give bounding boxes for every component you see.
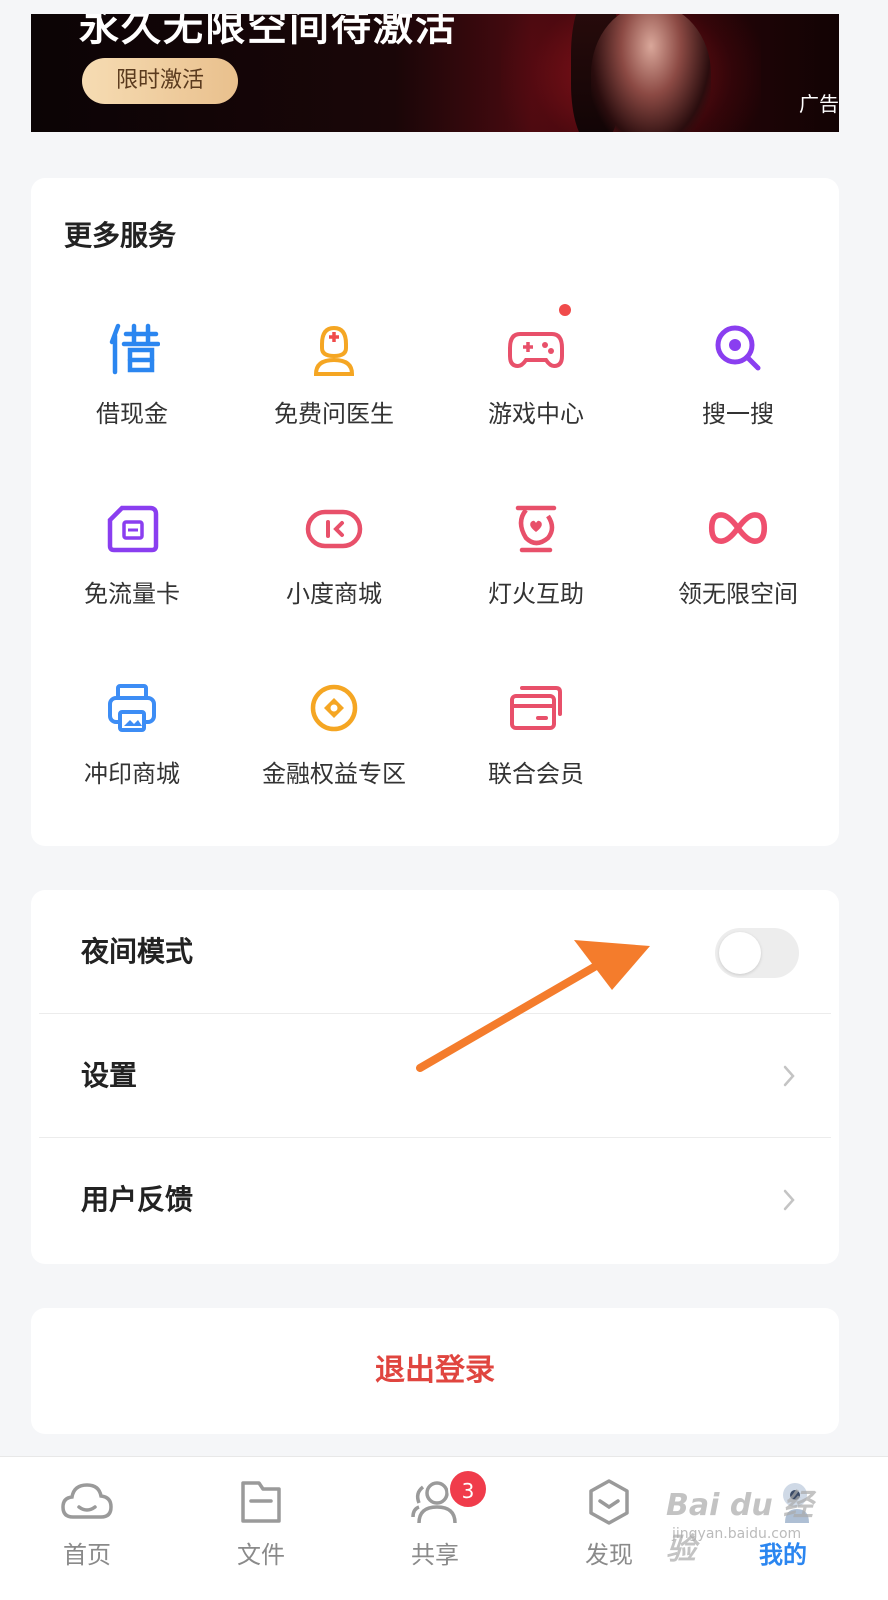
banner-model-image <box>591 14 711 132</box>
section-title: 更多服务 <box>64 219 177 252</box>
cloud-icon <box>61 1483 113 1519</box>
service-label: 金融权益专区 <box>262 760 406 788</box>
tab-share[interactable]: 3 共享 <box>348 1457 522 1600</box>
watermark-url: jingyan.baidu.com <box>672 1526 802 1542</box>
activate-button[interactable]: 限时激活 <box>82 58 238 104</box>
service-finance-zone[interactable]: 金融权益专区 <box>233 678 435 808</box>
logout-button[interactable]: 退出登录 <box>31 1308 839 1434</box>
printer-icon <box>102 678 162 738</box>
heart-lamp-icon <box>506 498 566 558</box>
tab-files[interactable]: 文件 <box>174 1457 348 1600</box>
settings-card: 夜间模式 设置 用户反馈 <box>31 890 839 1264</box>
doctor-icon <box>304 318 364 378</box>
service-lamp-mutual-aid[interactable]: 灯火互助 <box>435 498 637 628</box>
coin-icon <box>304 678 364 738</box>
service-joint-membership[interactable]: 联合会员 <box>435 678 637 808</box>
toggle-knob <box>719 932 761 974</box>
service-label: 联合会员 <box>488 760 584 788</box>
settings-label: 设置 <box>81 1059 138 1092</box>
tab-home[interactable]: 首页 <box>0 1457 174 1600</box>
chevron-right-icon <box>783 1189 795 1211</box>
service-label: 冲印商城 <box>84 760 180 788</box>
more-services-card: 更多服务 借现金 免费问医生 游戏中心 搜一搜 免流量卡 小度商城 灯火互助 领… <box>31 178 839 846</box>
chevron-right-icon <box>783 1065 795 1087</box>
ad-label: 广告 <box>799 92 839 116</box>
night-mode-label: 夜间模式 <box>81 935 194 968</box>
banner-title: 永久无限空间待激活 <box>79 14 457 50</box>
service-search[interactable]: 搜一搜 <box>637 318 839 448</box>
service-label: 游戏中心 <box>488 400 584 428</box>
cards-icon <box>506 678 566 738</box>
infinity-icon <box>708 498 768 558</box>
logout-card: 退出登录 <box>31 1308 839 1434</box>
service-label: 领无限空间 <box>678 580 798 608</box>
share-badge: 3 <box>448 1469 488 1509</box>
gamepad-icon <box>506 318 566 378</box>
service-borrow-cash[interactable]: 借现金 <box>31 318 233 448</box>
service-label: 借现金 <box>96 400 168 428</box>
service-xiaodu-mall[interactable]: 小度商城 <box>233 498 435 628</box>
feedback-row[interactable]: 用户反馈 <box>39 1138 831 1262</box>
service-label: 免流量卡 <box>84 580 180 608</box>
service-data-card[interactable]: 免流量卡 <box>31 498 233 628</box>
service-label: 灯火互助 <box>488 580 584 608</box>
feedback-label: 用户反馈 <box>81 1183 194 1216</box>
tab-label: 首页 <box>63 1541 111 1569</box>
search-icon <box>708 318 768 378</box>
service-label: 免费问医生 <box>274 400 394 428</box>
settings-row[interactable]: 设置 <box>39 1014 831 1138</box>
cube-icon <box>589 1479 629 1525</box>
notification-dot <box>559 304 571 316</box>
jie-char-icon <box>102 318 162 378</box>
tab-label: 共享 <box>411 1541 459 1569</box>
service-game-center[interactable]: 游戏中心 <box>435 304 637 448</box>
service-label: 搜一搜 <box>702 400 774 428</box>
baidu-jingyan-watermark: Bai du 经验 jingyan.baidu.com <box>666 1480 826 1567</box>
folder-icon <box>241 1481 281 1523</box>
tab-label: 文件 <box>237 1541 285 1569</box>
sim-card-icon <box>102 498 162 558</box>
night-mode-row: 夜间模式 <box>39 890 831 1014</box>
service-unlimited-space[interactable]: 领无限空间 <box>637 498 839 628</box>
ad-banner[interactable]: 永久无限空间待激活 限时激活 广告 <box>31 14 839 132</box>
night-mode-toggle[interactable] <box>715 928 799 978</box>
service-label: 小度商城 <box>286 580 382 608</box>
service-print-mall[interactable]: 冲印商城 <box>31 678 233 808</box>
service-free-doctor[interactable]: 免费问医生 <box>233 318 435 448</box>
xiaodu-icon <box>304 498 364 558</box>
